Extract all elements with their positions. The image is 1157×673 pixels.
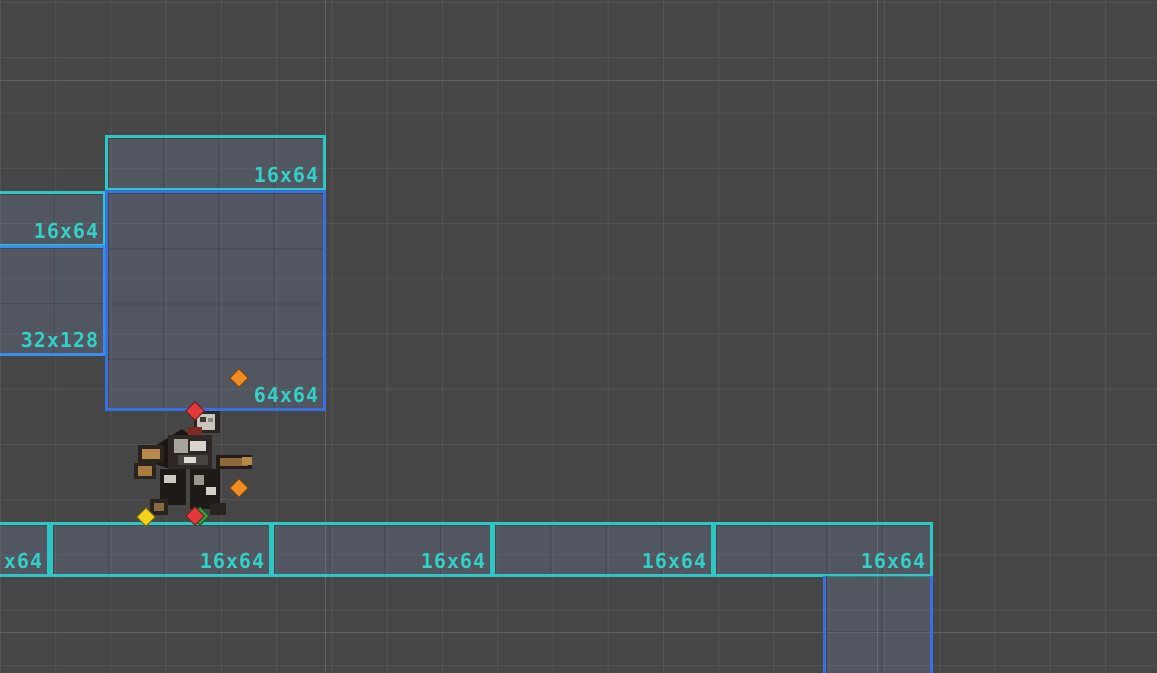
scene-viewport[interactable]: 16x64 16x64 32x128 64x64 x64 16x64 16x64… xyxy=(0,0,1157,673)
tile-size-label: 16x64 xyxy=(420,549,486,573)
tile-collider-16x64-left[interactable]: 16x64 xyxy=(0,191,106,247)
tile-size-label: 32x128 xyxy=(20,328,99,352)
player-warrior-sprite[interactable] xyxy=(130,405,256,521)
tile-collider-floor[interactable]: 16x64 xyxy=(713,522,933,577)
tile-collider-16x64-top[interactable]: 16x64 xyxy=(105,135,326,191)
tile-collider-64x64[interactable]: 64x64 xyxy=(105,190,326,411)
tile-collider-floor[interactable]: 16x64 xyxy=(492,522,714,577)
tile-size-label: x64 xyxy=(3,549,43,573)
tile-size-label: 16x64 xyxy=(33,219,99,243)
tile-collider-floor[interactable]: x64 xyxy=(0,522,50,577)
tile-collider-drop[interactable] xyxy=(823,576,933,673)
grid-major-line xyxy=(0,632,1157,633)
tile-collider-32x128[interactable]: 32x128 xyxy=(0,245,106,356)
tile-size-label: 16x64 xyxy=(641,549,707,573)
grid-major-line xyxy=(0,80,1157,81)
tile-size-label: 16x64 xyxy=(199,549,265,573)
tile-size-label: 64x64 xyxy=(253,383,319,407)
tile-size-label: 16x64 xyxy=(253,163,319,187)
tile-size-label: 16x64 xyxy=(860,549,926,573)
tile-collider-floor[interactable]: 16x64 xyxy=(271,522,493,577)
tile-collider-floor[interactable]: 16x64 xyxy=(50,522,272,577)
